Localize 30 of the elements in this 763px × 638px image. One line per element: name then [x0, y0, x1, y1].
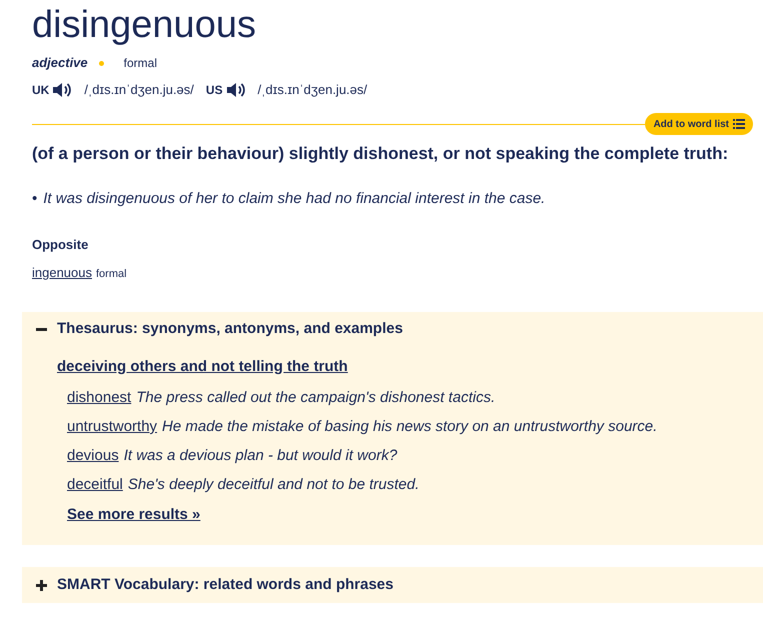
pronunciation: /ˌdɪs.ɪnˈdʒen.ju.əs/ [258, 81, 368, 100]
panel-title[interactable]: Thesaurus: synonyms, antonyms, and examples [57, 318, 403, 341]
example-sentence: She's deeply deceitful and not to be trusted. [128, 475, 420, 495]
example-sentence: It was a devious plan - but would it work? [124, 446, 398, 466]
add-to-word-list-button[interactable]: Add to word list [645, 113, 753, 135]
synonym-link[interactable]: dishonest [67, 387, 132, 410]
speaker-icon[interactable] [52, 82, 72, 98]
pronunciation: /ˌdɪs.ɪnˈdʒen.ju.əs/ [84, 81, 194, 100]
synonym-link[interactable]: untrustworthy [67, 416, 158, 438]
example-sentence: He made the mistake of basing his news story on an untrustworthy source. [162, 417, 658, 437]
bullet: • [32, 189, 38, 209]
register-label: formal [96, 267, 127, 282]
list-icon [733, 119, 745, 129]
synonym-link[interactable]: devious [67, 445, 119, 468]
region-label: US [206, 82, 223, 99]
example-sentence: It was disingenuous of her to claim she had no financial interest in the case. [43, 189, 546, 209]
expand-icon[interactable] [36, 580, 47, 590]
synonym-link[interactable]: deceitful [67, 474, 123, 496]
example-sentence: The press called out the campaign's dishonest tactics. [136, 388, 496, 408]
region-label: UK [32, 82, 50, 99]
opposite-link[interactable]: ingenuous [32, 263, 92, 282]
see-more-link[interactable]: See more results » [67, 504, 200, 526]
part-of-speech: adjective [32, 54, 88, 72]
category-link[interactable]: deceiving others and not telling the truth [57, 356, 763, 378]
headword: disingenuous [32, 3, 257, 48]
speaker-icon[interactable] [226, 82, 246, 98]
register-label: formal [124, 55, 157, 72]
definition: (of a person or their behaviour) slightly dishonest, or not speaking the complete truth: [32, 143, 730, 165]
panel-title[interactable]: SMART Vocabulary: related words and phrases [57, 574, 394, 596]
section-heading: Opposite [32, 236, 90, 254]
